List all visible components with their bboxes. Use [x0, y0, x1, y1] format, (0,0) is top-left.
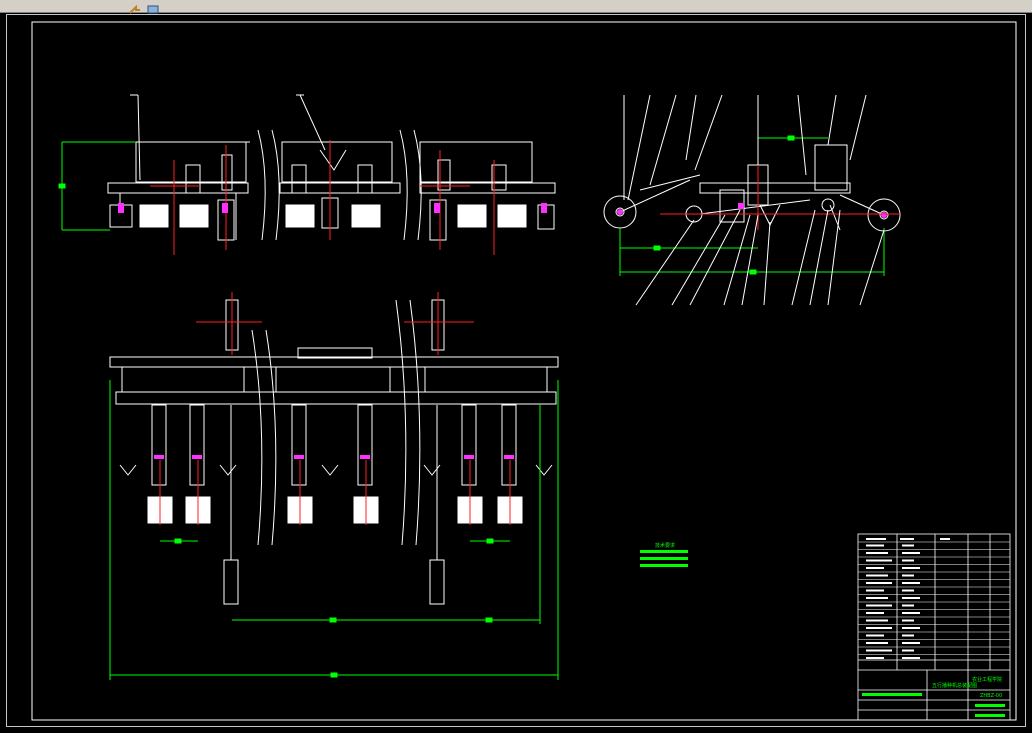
title-block-text: 五行播种机总装配图 农业工程学院 ZHBZ-00: [932, 676, 1002, 699]
parts-list-entry: [902, 627, 920, 629]
parts-list-entry: [866, 559, 892, 562]
side-view-leaders-bottom: [635, 209, 885, 306]
parts-list-entry: [902, 649, 914, 652]
drawing-number: ZHBZ-00: [980, 693, 1002, 699]
side-view: [603, 144, 901, 232]
technical-requirements: 技术要求: [640, 542, 688, 567]
parts-list-entry: [866, 567, 884, 569]
parts-list-entry: [902, 604, 914, 607]
parts-list-entry: [866, 649, 892, 652]
parts-list-entry: [902, 559, 914, 562]
tech-req-line-3: [640, 564, 688, 567]
parts-list-entry: [902, 619, 914, 622]
parts-list-entry: [902, 634, 914, 637]
plan-view-dimensions: [109, 380, 559, 680]
parts-list-entry: [866, 574, 888, 577]
parts-list-entry: [866, 589, 884, 592]
parts-list-entry: [902, 574, 914, 577]
parts-list-entry: [866, 619, 888, 622]
parts-list-entry: [902, 582, 920, 584]
parts-list-entry: [902, 612, 920, 614]
parts-list-entry: [866, 657, 884, 659]
parts-list-entry: [866, 582, 892, 584]
tech-req-line-1: [640, 550, 688, 553]
front-view-top-dimension: [58, 141, 136, 231]
side-view-centerlines: [660, 150, 900, 230]
parts-list-entry: [866, 597, 888, 599]
parts-list-entry: [866, 612, 884, 614]
title-block-fill: [866, 538, 950, 540]
side-view-leaders-top: [623, 94, 867, 201]
school-name: 农业工程学院: [972, 676, 1002, 683]
parts-list-entry: [902, 642, 920, 644]
parts-list-rows: [858, 541, 1010, 659]
parts-list-entry: [866, 634, 884, 637]
parts-list-entry: [902, 589, 914, 592]
parts-list-entry: [866, 552, 888, 554]
side-view-dimensions: [619, 135, 885, 276]
tech-req-line-2: [640, 557, 688, 560]
front-view-top: [107, 129, 556, 241]
inner-border: [31, 21, 1017, 721]
drawing-name: 五行播种机总装配图: [932, 682, 977, 689]
parts-list-entry: [866, 544, 884, 547]
parts-list-entry: [866, 604, 892, 607]
plan-view-highlights: [154, 455, 514, 459]
parts-list-entry: [866, 642, 888, 644]
parts-list-entry: [902, 567, 920, 569]
tech-req-heading: 技术要求: [655, 542, 675, 549]
plan-view: [109, 299, 559, 605]
parts-list-entry: [902, 657, 920, 659]
cad-drawing-canvas[interactable]: 技术要求 五行播种机总装配图 农业工程学院 ZHBZ-00: [0, 0, 1032, 733]
front-view-top-leaders: [130, 94, 326, 181]
parts-list-entry: [866, 627, 892, 629]
parts-list-entry: [902, 552, 920, 554]
parts-list-entry: [902, 597, 920, 599]
plan-view-centerlines: [159, 292, 511, 525]
parts-list-entry: [902, 544, 914, 547]
